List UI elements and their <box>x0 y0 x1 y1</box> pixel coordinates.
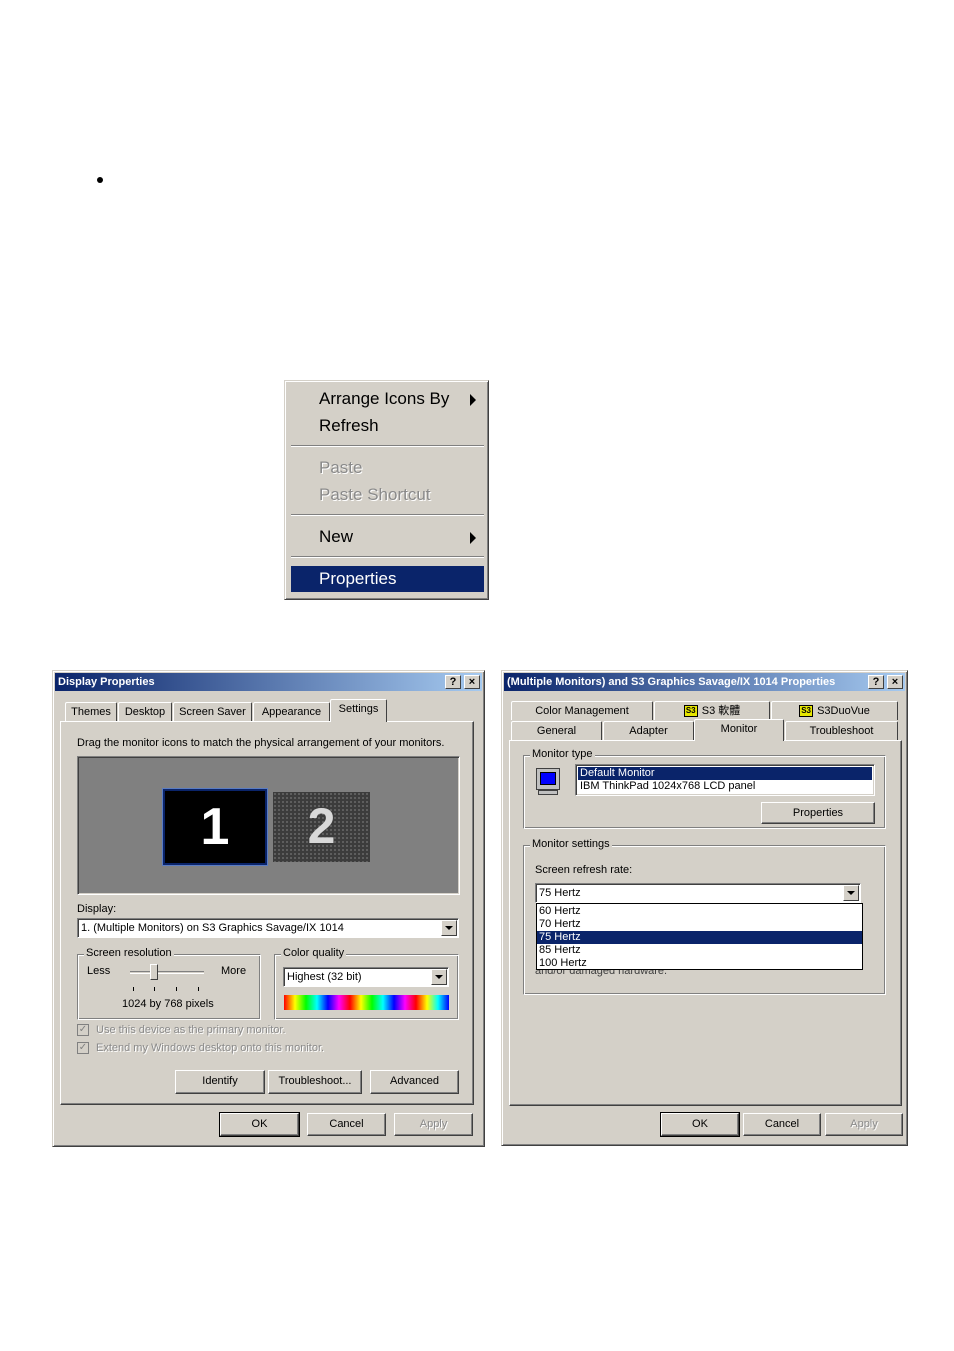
menu-item-new[interactable]: New <box>291 524 484 550</box>
close-icon[interactable]: × <box>887 675 903 689</box>
monitor-panel: Monitor type Default Monitor IBM ThinkPa… <box>509 740 902 1106</box>
ok-button[interactable]: OK <box>660 1112 740 1137</box>
chevron-down-icon[interactable] <box>431 969 447 985</box>
help-button[interactable]: ? <box>868 675 884 689</box>
title-bar: Display Properties ? × <box>55 673 482 691</box>
menu-separator <box>291 556 484 558</box>
monitor-properties-button[interactable]: Properties <box>761 802 875 824</box>
list-item[interactable]: Default Monitor <box>578 767 872 780</box>
list-item[interactable]: 70 Hertz <box>537 918 862 931</box>
tab-s3duovue[interactable]: S3 S3DuoVue <box>771 701 898 720</box>
monitor-type-list[interactable]: Default Monitor IBM ThinkPad 1024x768 LC… <box>575 764 875 796</box>
tab-appearance[interactable]: Appearance <box>253 702 330 722</box>
color-quality-group: Color quality Highest (32 bit) <box>274 947 459 1020</box>
extend-desktop-label: Extend my Windows desktop onto this moni… <box>96 1042 325 1054</box>
resolution-value: 1024 by 768 pixels <box>122 998 214 1010</box>
tab-settings[interactable]: Settings <box>330 699 387 722</box>
list-item[interactable]: IBM ThinkPad 1024x768 LCD panel <box>578 780 872 793</box>
tab-color-management[interactable]: Color Management <box>511 701 653 720</box>
resolution-more-label: More <box>221 965 247 977</box>
color-quality-label: Color quality <box>281 947 347 959</box>
chevron-down-icon[interactable] <box>441 920 457 936</box>
resolution-slider-track <box>130 971 204 974</box>
list-item[interactable]: 85 Hertz <box>537 944 862 957</box>
submenu-arrow-icon <box>470 394 476 406</box>
color-spectrum-bar <box>284 995 449 1010</box>
primary-monitor-checkbox: ✓ <box>77 1024 89 1036</box>
tab-monitor[interactable]: Monitor <box>694 719 784 741</box>
title-bar: (Multiple Monitors) and S3 Graphics Sava… <box>504 673 905 691</box>
s3-logo-icon: S3 <box>799 705 814 718</box>
refresh-rate-label: Screen refresh rate: <box>535 864 633 876</box>
close-icon[interactable]: × <box>464 675 480 689</box>
tab-desktop[interactable]: Desktop <box>118 702 172 722</box>
tab-adapter[interactable]: Adapter <box>603 721 694 740</box>
monitor-screen <box>540 772 556 785</box>
menu-item-paste-shortcut: Paste Shortcut <box>319 485 431 504</box>
monitor-type-label: Monitor type <box>530 748 595 760</box>
troubleshoot-button[interactable]: Troubleshoot... <box>268 1070 362 1094</box>
help-button[interactable]: ? <box>445 675 461 689</box>
desktop-context-menu: Arrange Icons By Refresh Paste Paste Sho… <box>284 380 489 600</box>
slider-tick <box>154 987 155 991</box>
advanced-button[interactable]: Advanced <box>370 1070 459 1094</box>
apply-button: Apply <box>394 1113 473 1136</box>
primary-monitor-label: Use this device as the primary monitor. <box>96 1024 286 1036</box>
menu-item-arrange-icons-by[interactable]: Arrange Icons By <box>291 386 484 412</box>
monitor-icon <box>536 768 560 790</box>
menu-item-paste: Paste <box>319 458 363 477</box>
tab-screen-saver[interactable]: Screen Saver <box>173 702 252 722</box>
monitor-properties-dialog: (Multiple Monitors) and S3 Graphics Sava… <box>501 670 908 1146</box>
display-select[interactable]: 1. (Multiple Monitors) on S3 Graphics Sa… <box>77 918 459 938</box>
monitor-settings-label: Monitor settings <box>530 838 612 850</box>
s3-logo-icon: S3 <box>683 705 698 718</box>
cancel-button[interactable]: Cancel <box>307 1113 386 1136</box>
dialog-title: Display Properties <box>58 676 155 688</box>
refresh-rate-dropdown[interactable]: 60 Hertz 70 Hertz 75 Hertz 85 Hertz 100 … <box>536 903 863 970</box>
resolution-slider-thumb[interactable] <box>150 964 158 980</box>
resolution-less-label: Less <box>87 965 111 977</box>
monitor-2-icon[interactable]: 2 <box>273 792 370 862</box>
tab-general[interactable]: General <box>511 721 602 740</box>
menu-separator <box>291 514 484 516</box>
screen-resolution-label: Screen resolution <box>84 947 174 959</box>
display-label: Display: <box>77 903 117 915</box>
list-bullet <box>97 177 103 183</box>
extend-desktop-checkbox: ✓ <box>77 1042 89 1054</box>
ok-button[interactable]: OK <box>219 1112 300 1137</box>
slider-tick <box>176 987 177 991</box>
color-quality-select[interactable]: Highest (32 bit) <box>283 967 449 987</box>
menu-separator <box>291 445 484 447</box>
apply-button: Apply <box>825 1113 903 1136</box>
screen-resolution-group: Screen resolution Less More 1024 by 768 … <box>77 947 261 1020</box>
instruction-text: Drag the monitor icons to match the phys… <box>77 737 445 749</box>
slider-tick <box>198 987 199 991</box>
menu-item-properties[interactable]: Properties <box>291 566 484 592</box>
tab-s3-software[interactable]: S3 S3 軟體 <box>654 701 770 720</box>
menu-item-refresh[interactable]: Refresh <box>291 413 484 439</box>
submenu-arrow-icon <box>470 532 476 544</box>
identify-button[interactable]: Identify <box>175 1070 265 1094</box>
settings-panel: Drag the monitor icons to match the phys… <box>60 721 474 1105</box>
display-properties-dialog: Display Properties ? × Themes Desktop Sc… <box>52 670 485 1147</box>
list-item[interactable]: 100 Hertz <box>537 957 862 970</box>
tab-troubleshoot[interactable]: Troubleshoot <box>785 721 898 740</box>
refresh-rate-select[interactable]: 75 Hertz <box>535 883 861 903</box>
dialog-title: (Multiple Monitors) and S3 Graphics Sava… <box>507 676 836 688</box>
chevron-down-icon[interactable] <box>843 885 859 901</box>
slider-tick <box>133 987 134 991</box>
monitor-arrangement-area: 1 2 <box>77 756 460 895</box>
monitor-settings-group: Monitor settings Screen refresh rate: 75… <box>523 838 886 995</box>
monitor-stand <box>538 790 558 795</box>
tab-themes[interactable]: Themes <box>65 702 117 722</box>
list-item[interactable]: 75 Hertz <box>537 931 862 944</box>
monitor-1-icon[interactable]: 1 <box>162 788 268 866</box>
monitor-type-group: Monitor type Default Monitor IBM ThinkPa… <box>523 748 886 829</box>
list-item[interactable]: 60 Hertz <box>537 905 862 918</box>
cancel-button[interactable]: Cancel <box>743 1113 821 1136</box>
